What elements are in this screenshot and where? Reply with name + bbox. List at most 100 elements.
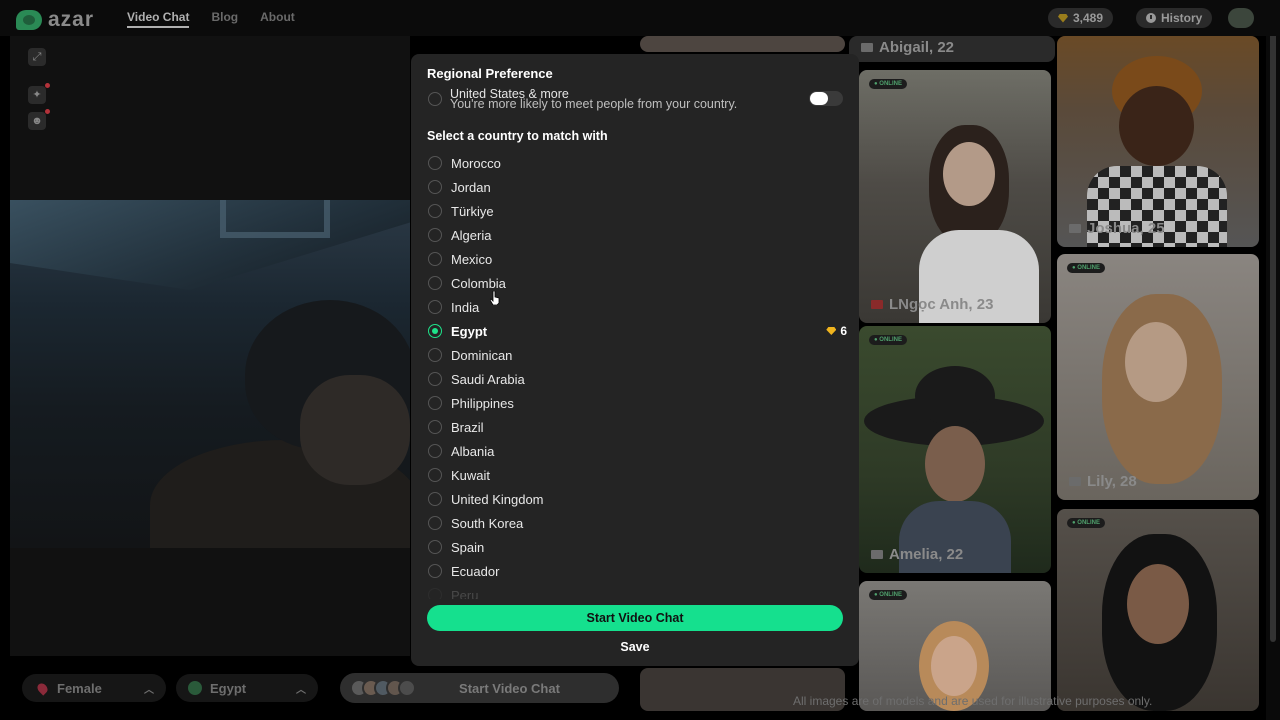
region-radio[interactable] (428, 92, 442, 106)
country-option[interactable]: Morocco (427, 151, 847, 175)
country-option[interactable]: Ecuador (427, 559, 847, 583)
nav-about[interactable]: About (260, 10, 295, 28)
country-name: South Korea (451, 515, 524, 531)
country-radio[interactable] (428, 516, 442, 530)
country-radio[interactable] (428, 420, 442, 434)
country-radio[interactable] (428, 396, 442, 410)
country-option[interactable]: Türkiye (427, 199, 847, 223)
disclaimer-text: All images are of models and are used fo… (793, 694, 1153, 708)
country-filter-button[interactable]: Egypt ︿ (176, 674, 318, 702)
mask-icon[interactable]: ☻ (28, 109, 50, 130)
country-radio[interactable] (428, 492, 442, 506)
country-option[interactable]: Jordan (427, 175, 847, 199)
country-radio[interactable] (428, 276, 442, 290)
country-option[interactable]: Peru (427, 583, 847, 599)
nav-blog[interactable]: Blog (211, 10, 238, 28)
country-name: India (451, 299, 480, 315)
country-option[interactable]: Egypt 6 (427, 319, 847, 343)
profile-name: Joshua, 25 (1069, 220, 1165, 237)
modal-title: Regional Preference (427, 66, 553, 81)
profile-avatar[interactable] (1228, 8, 1254, 28)
regional-preference-modal: Regional Preference United States & more… (411, 54, 859, 666)
country-name: Egypt (451, 323, 488, 339)
gems-count: 3,489 (1073, 11, 1104, 25)
profile-card[interactable]: ● ONLINE (859, 581, 1051, 711)
history-button[interactable]: History (1136, 8, 1213, 28)
country-name: Brazil (451, 419, 484, 435)
country-option[interactable]: Brazil (427, 415, 847, 439)
region-toggle[interactable] (809, 91, 843, 106)
flag-icon (1069, 477, 1081, 486)
notification-dot (45, 109, 50, 114)
price-value: 6 (840, 324, 847, 338)
country-option[interactable]: Dominican (427, 343, 847, 367)
country-option[interactable]: South Korea (427, 511, 847, 535)
country-option[interactable]: Saudi Arabia (427, 367, 847, 391)
person-face (1119, 86, 1194, 166)
top-bar: azar Video Chat Blog About 3,489 History (0, 0, 1280, 36)
country-radio[interactable] (428, 540, 442, 554)
main-nav: Video Chat Blog About (127, 10, 295, 28)
country-price: 6 (826, 324, 847, 338)
profile-card[interactable] (640, 36, 845, 52)
chevron-up-icon: ︿ (296, 684, 306, 696)
gems-balance-button[interactable]: 3,489 (1048, 8, 1114, 28)
country-name: Morocco (451, 155, 501, 171)
country-name: Jordan (451, 179, 491, 195)
country-radio[interactable] (428, 180, 442, 194)
country-radio[interactable] (428, 204, 442, 218)
profile-name: Amelia, 22 (871, 546, 963, 563)
country-option[interactable]: Philippines (427, 391, 847, 415)
fullscreen-icon[interactable]: ⤢ (28, 48, 46, 66)
ceiling (10, 200, 410, 290)
country-name: Colombia (451, 275, 506, 291)
region-description: You're more likely to meet people from y… (450, 97, 738, 111)
country-radio[interactable] (428, 252, 442, 266)
country-name: Philippines (451, 395, 514, 411)
start-video-chat-button[interactable]: Start Video Chat (427, 605, 843, 631)
start-video-chat-button-bg[interactable]: Start Video Chat (340, 673, 619, 703)
effects-icon[interactable]: ✦ (28, 83, 50, 104)
country-radio[interactable] (428, 588, 442, 599)
country-radio[interactable] (428, 228, 442, 242)
country-radio[interactable] (428, 324, 442, 338)
country-name: Dominican (451, 347, 513, 363)
nav-video-chat[interactable]: Video Chat (127, 10, 190, 28)
country-option[interactable]: Mexico (427, 247, 847, 271)
gender-label: Female (57, 680, 102, 696)
country-name: Ecuador (451, 563, 500, 579)
country-name: Kuwait (451, 467, 491, 483)
profile-card[interactable]: Joshua, 25 (1057, 36, 1259, 247)
profile-name: Abigail, 22 (861, 39, 954, 56)
gender-filter-button[interactable]: Female ︿ (22, 674, 166, 702)
scrollbar-thumb[interactable] (1270, 2, 1276, 642)
chevron-up-icon: ︿ (144, 684, 154, 696)
country-option[interactable]: Algeria (427, 223, 847, 247)
country-list: Morocco Jordan Türkiye Algeria Mexico Colombi… (427, 151, 847, 599)
person-face (925, 426, 985, 502)
save-button[interactable]: Save (427, 637, 843, 657)
profile-card[interactable]: Abigail, 22 (849, 36, 1055, 62)
window-frame (220, 200, 330, 238)
country-radio[interactable] (428, 156, 442, 170)
azar-logo[interactable]: azar (16, 8, 94, 32)
profile-card[interactable]: ● ONLINE Amelia, 22 (859, 326, 1051, 573)
country-name: United Kingdom (451, 491, 544, 507)
country-radio[interactable] (428, 372, 442, 386)
country-radio[interactable] (428, 468, 442, 482)
country-option[interactable]: Spain (427, 535, 847, 559)
profile-card[interactable]: ● ONLINE Lily, 28 (1057, 254, 1259, 500)
country-option[interactable]: Kuwait (427, 463, 847, 487)
page-scrollbar[interactable] (1266, 0, 1280, 720)
profile-card[interactable]: ● ONLINE LNgọc Anh, 23 (859, 70, 1051, 323)
country-radio[interactable] (428, 564, 442, 578)
logo-icon (16, 10, 42, 30)
profile-card[interactable]: ● ONLINE (1057, 509, 1259, 711)
country-option[interactable]: Albania (427, 439, 847, 463)
country-radio[interactable] (428, 348, 442, 362)
camera-preview (10, 200, 410, 548)
gem-icon (1058, 13, 1068, 23)
country-radio[interactable] (428, 444, 442, 458)
country-option[interactable]: United Kingdom (427, 487, 847, 511)
country-radio[interactable] (428, 300, 442, 314)
